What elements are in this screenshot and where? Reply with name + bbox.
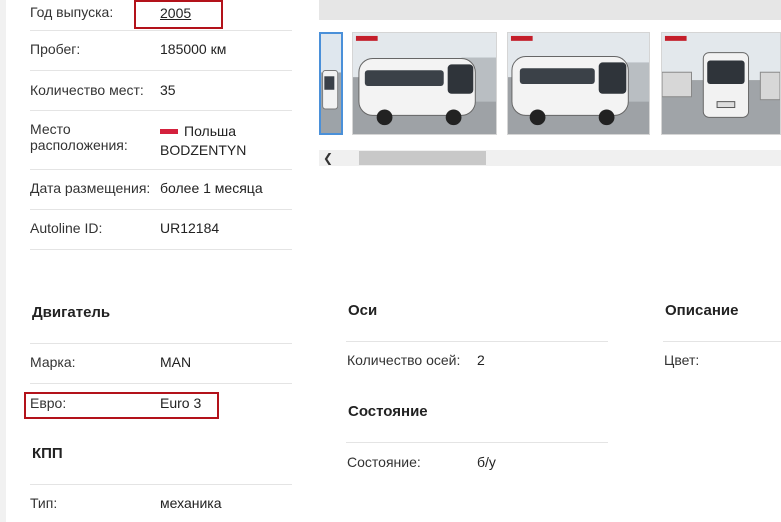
axles-count-label: Количество осей:: [347, 352, 461, 368]
seats-value: 35: [160, 82, 176, 98]
separator: [30, 30, 292, 31]
posted-label: Дата размещения:: [30, 180, 151, 196]
gallery-scrollbar-thumb[interactable]: [359, 151, 486, 165]
separator: [30, 209, 292, 210]
engine-section-title: Двигатель: [32, 304, 111, 321]
location-label-line2: расположения:: [30, 137, 128, 153]
color-label: Цвет:: [664, 352, 700, 368]
separator: [346, 442, 608, 443]
axles-section-title: Оси: [348, 302, 378, 319]
gearbox-type-label: Тип:: [30, 495, 58, 511]
poland-flag-icon: [160, 129, 178, 134]
gallery-thumbnail[interactable]: [661, 32, 781, 135]
year-highlight-box: [134, 0, 223, 29]
condition-section-title: Состояние: [348, 403, 428, 420]
separator: [30, 343, 292, 344]
separator: [30, 249, 292, 250]
condition-value: б/у: [477, 454, 496, 470]
location-city: BODZENTYN: [160, 142, 247, 158]
separator: [30, 70, 292, 71]
location-country: Польша: [184, 123, 237, 139]
separator: [30, 484, 292, 485]
separator: [30, 110, 292, 111]
separator: [30, 383, 292, 384]
gallery-thumbnail[interactable]: [352, 32, 497, 135]
gearbox-section-title: КПП: [32, 445, 63, 462]
engine-brand-value: MAN: [160, 354, 192, 370]
gallery-thumbnail[interactable]: [319, 32, 343, 135]
autoline-id-value: UR12184: [160, 220, 220, 236]
left-border: [0, 0, 6, 522]
separator: [30, 169, 292, 170]
separator: [663, 341, 781, 342]
separator: [346, 341, 608, 342]
posted-value: более 1 месяца: [160, 180, 263, 196]
mileage-value: 185000 км: [160, 41, 227, 57]
gearbox-type-value: механика: [160, 495, 222, 511]
condition-label: Состояние:: [347, 454, 421, 470]
gallery-thumbnail[interactable]: [507, 32, 650, 135]
euro-highlight-box: [24, 392, 219, 419]
mileage-label: Пробег:: [30, 41, 81, 57]
year-label: Год выпуска:: [30, 4, 114, 20]
chevron-left-icon[interactable]: ❮: [320, 150, 336, 166]
axles-count-value: 2: [477, 352, 485, 368]
gallery-main-image-bottom[interactable]: [319, 0, 781, 20]
location-label-line1: Место: [30, 121, 71, 137]
autoline-id-label: Autoline ID:: [30, 220, 103, 236]
engine-brand-label: Марка:: [30, 354, 76, 370]
seats-label: Количество мест:: [30, 82, 144, 98]
description-section-title: Описание: [665, 302, 739, 319]
